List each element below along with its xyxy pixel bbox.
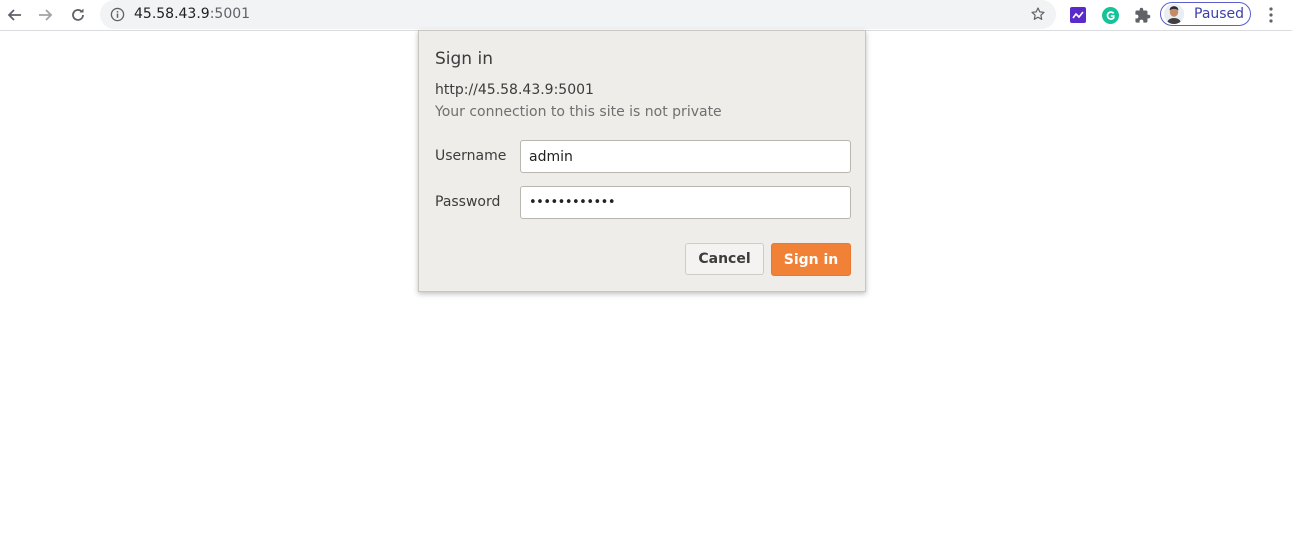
browser-toolbar: 45.58.43.9:5001 Paused (0, 0, 1292, 31)
bookmark-button[interactable] (1030, 6, 1046, 26)
site-info-button[interactable] (110, 7, 125, 26)
password-value: •••••••••••• (529, 195, 616, 210)
dialog-privacy-note: Your connection to this site is not priv… (435, 104, 722, 120)
dialog-title: Sign in (435, 49, 493, 69)
chart-extension-button[interactable] (1069, 6, 1087, 24)
browser-menu-button[interactable] (1263, 6, 1279, 28)
url-port: :5001 (209, 6, 251, 22)
grammarly-icon (1101, 6, 1119, 24)
back-button[interactable] (1, 2, 27, 28)
forward-button[interactable] (33, 2, 59, 28)
dialog-origin: http://45.58.43.9:5001 (435, 82, 594, 98)
url-host: 45.58.43.9 (134, 6, 210, 22)
grammarly-button[interactable] (1101, 6, 1119, 24)
puzzle-icon (1134, 7, 1150, 23)
sign-in-dialog: Sign in http://45.58.43.9:5001 Your conn… (418, 30, 866, 292)
reload-icon (72, 8, 84, 21)
password-label: Password (435, 194, 501, 210)
address-bar[interactable]: 45.58.43.9:5001 (100, 0, 1056, 29)
extensions-button[interactable] (1133, 6, 1151, 24)
info-icon (110, 7, 125, 22)
kebab-menu-icon (1269, 7, 1273, 23)
profile-status: Paused (1194, 6, 1245, 22)
url-text[interactable]: 45.58.43.9:5001 (134, 6, 250, 22)
arrow-right-icon (39, 9, 53, 21)
avatar (1164, 4, 1184, 24)
chart-extension-icon (1070, 7, 1086, 23)
username-label: Username (435, 148, 507, 164)
sign-in-button[interactable]: Sign in (771, 243, 851, 276)
password-field[interactable]: •••••••••••• (520, 186, 851, 219)
star-icon (1031, 7, 1045, 20)
person-avatar-icon (1164, 4, 1184, 24)
cancel-button[interactable]: Cancel (685, 243, 764, 275)
username-value: admin (529, 148, 573, 165)
arrow-left-icon (7, 9, 21, 21)
username-field[interactable]: admin (520, 140, 851, 173)
profile-button[interactable]: Paused (1160, 2, 1251, 26)
reload-button[interactable] (65, 2, 91, 28)
